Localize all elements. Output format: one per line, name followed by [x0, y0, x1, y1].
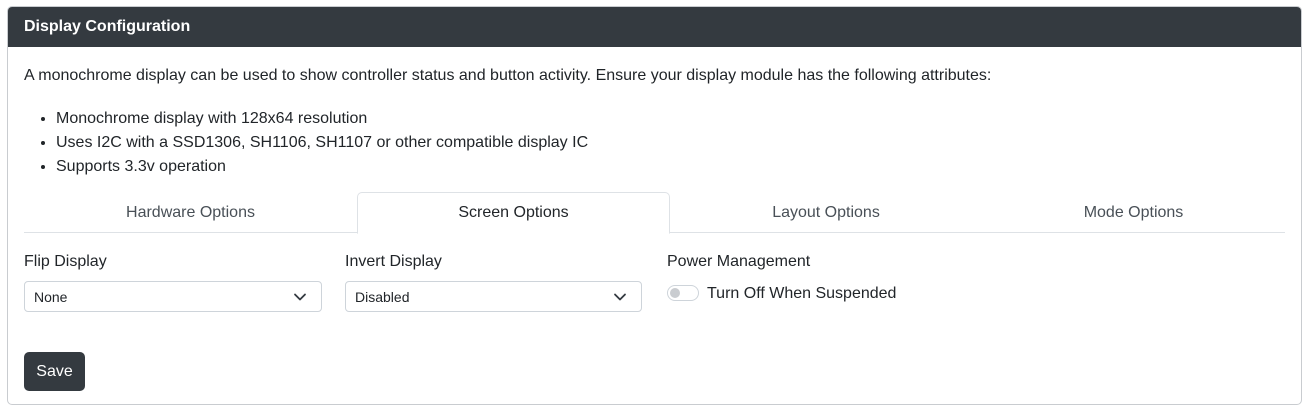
flip-display-select[interactable]: None — [24, 281, 322, 312]
tab-mode-options[interactable]: Mode Options — [982, 192, 1285, 233]
turn-off-when-suspended-toggle[interactable] — [667, 285, 699, 301]
invert-display-select[interactable]: Disabled — [345, 281, 642, 312]
intro-text: A monochrome display can be used to show… — [24, 67, 992, 84]
display-configuration-card: Display Configuration A monochrome displ… — [7, 6, 1302, 405]
list-item: Uses I2C with a SSD1306, SH1106, SH1107 … — [56, 131, 588, 155]
tab-layout-options[interactable]: Layout Options — [670, 192, 982, 233]
save-button[interactable]: Save — [24, 352, 85, 391]
tab-screen-options[interactable]: Screen Options — [357, 192, 670, 234]
power-management-label: Power Management — [667, 253, 811, 270]
tab-hardware-options[interactable]: Hardware Options — [24, 192, 357, 233]
card-title: Display Configuration — [24, 18, 191, 35]
attribute-list: Monochrome display with 128x64 resolutio… — [24, 107, 588, 179]
invert-display-value: Disabled — [355, 288, 410, 305]
card-header: Display Configuration — [8, 7, 1301, 47]
turn-off-when-suspended-label[interactable]: Turn Off When Suspended — [707, 285, 896, 303]
chevron-down-icon — [614, 293, 626, 301]
flip-display-value: None — [34, 288, 68, 305]
list-item: Supports 3.3v operation — [56, 155, 588, 179]
flip-display-label: Flip Display — [24, 253, 107, 270]
invert-display-label: Invert Display — [345, 253, 442, 270]
toggle-knob — [670, 288, 680, 298]
chevron-down-icon — [294, 293, 306, 301]
options-tabs: Hardware Options Screen Options Layout O… — [24, 192, 1285, 234]
list-item: Monochrome display with 128x64 resolutio… — [56, 107, 588, 131]
